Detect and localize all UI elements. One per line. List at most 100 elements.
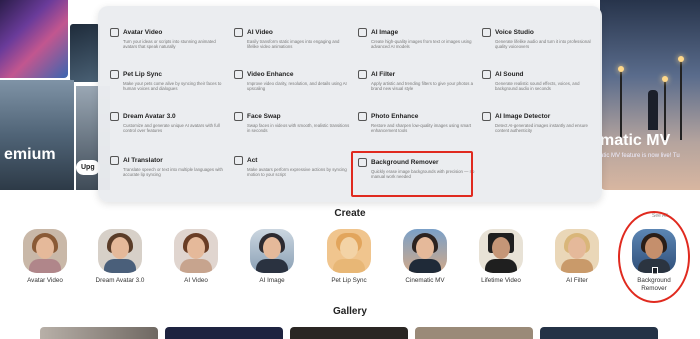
gallery-item[interactable] — [290, 327, 408, 339]
translator-icon — [110, 155, 119, 165]
menu-item-title: Act — [247, 156, 258, 164]
menu-item-title: Face Swap — [247, 112, 281, 120]
voice-icon — [482, 27, 491, 37]
gallery-heading: Gallery — [333, 306, 367, 317]
dream-icon — [110, 111, 119, 121]
hero-figure — [648, 90, 658, 130]
menu-item-title: AI Video — [247, 28, 273, 36]
tools-dropdown-menu: Avatar Video Turn your ideas or scripts … — [98, 6, 602, 202]
enhance-icon — [234, 69, 243, 79]
avatar-video-thumbnail — [23, 229, 67, 273]
menu-item-title: Dream Avatar 3.0 — [123, 112, 176, 120]
menu-item-title: Avatar Video — [123, 28, 163, 36]
menu-item-ai-image-detector[interactable]: AI Image Detector Detect AI-generated im… — [482, 110, 600, 134]
menu-item-dream-avatar[interactable]: Dream Avatar 3.0 Customize and generate … — [110, 110, 228, 134]
menu-item-title: Photo Enhance — [371, 112, 419, 120]
menu-item-title: AI Translator — [123, 156, 163, 164]
menu-item-desc: Generate lifelike audio and turn it into… — [495, 39, 591, 50]
menu-item-ai-image[interactable]: AI Image Create high-quality images from… — [358, 26, 476, 50]
tile-label: AI Image — [259, 277, 285, 284]
hero-image-abstract — [0, 0, 68, 78]
create-tile-cinematic-mv[interactable]: Cinematic MV — [396, 229, 454, 285]
tile-label: AI Filter — [566, 277, 588, 284]
menu-item-video-enhance[interactable]: Video Enhance Improve video clarity, res… — [234, 68, 352, 92]
menu-item-ai-filter[interactable]: AI Filter Apply artistic and trending fi… — [358, 68, 476, 92]
lamp-post — [662, 76, 668, 140]
menu-item-desc: Create high-quality images from text or … — [371, 39, 472, 50]
video-icon — [234, 27, 243, 37]
tile-label: Pet Lip Sync — [331, 277, 367, 284]
menu-item-desc: Swap faces in videos with smooth, realis… — [247, 123, 350, 134]
tile-label: Avatar Video — [27, 277, 63, 284]
menu-item-pet-lip-sync[interactable]: Pet Lip Sync Make your pets come alive b… — [110, 68, 228, 92]
tile-label: Dream Avatar 3.0 — [95, 277, 145, 284]
sound-icon — [482, 69, 491, 79]
menu-item-desc: Turn your ideas or scripts into stunning… — [123, 39, 216, 50]
create-tile-lifetime-video[interactable]: Lifetime Video — [472, 229, 530, 285]
filter-icon — [358, 69, 367, 79]
pet-icon — [110, 69, 119, 79]
menu-item-desc: Customize and generate unique AI avatars… — [123, 123, 220, 134]
ai-image-thumbnail — [250, 229, 294, 273]
menu-item-desc: Generate realistic sound effects, voices… — [495, 81, 580, 92]
hero-image-thumb — [70, 24, 100, 82]
menu-item-title: AI Image Detector — [495, 112, 551, 120]
ai-filter-thumbnail — [555, 229, 599, 273]
menu-item-desc: Make your pets come alive by syncing the… — [123, 81, 222, 92]
menu-item-desc: Restore and sharpen low-quality images u… — [371, 123, 472, 134]
lamp-post — [678, 56, 684, 140]
hero-banner-right[interactable]: matic MV atic MV feature is now live! Tu — [600, 0, 700, 190]
create-tile-ai-filter[interactable]: AI Filter — [548, 229, 606, 285]
highlight-circle — [618, 211, 690, 303]
menu-item-title: Pet Lip Sync — [123, 70, 163, 78]
menu-item-voice-studio[interactable]: Voice Studio Generate lifelike audio and… — [482, 26, 600, 50]
gallery-item[interactable] — [165, 327, 283, 339]
menu-item-title: Video Enhance — [247, 70, 294, 78]
cinematic-mv-thumbnail — [403, 229, 447, 273]
menu-item-desc: Easily transform static images into enga… — [247, 39, 340, 50]
menu-item-desc: Make avatars perform expressive actions … — [247, 167, 347, 178]
upgrade-button[interactable]: Upg — [76, 160, 100, 175]
lifetime-video-thumbnail — [479, 229, 523, 273]
menu-item-desc: Improve video clarity, resolution, and d… — [247, 81, 347, 92]
menu-item-title: AI Image — [371, 28, 399, 36]
menu-item-photo-enhance[interactable]: Photo Enhance Restore and sharpen low-qu… — [358, 110, 476, 134]
lamp-post — [618, 66, 624, 140]
avatar-icon — [110, 27, 119, 37]
menu-item-face-swap[interactable]: Face Swap Swap faces in videos with smoo… — [234, 110, 352, 134]
menu-item-desc: Translate speech or text into multiple l… — [123, 167, 223, 178]
create-tile-ai-video[interactable]: AI Video — [167, 229, 225, 285]
create-tile-avatar-video[interactable]: Avatar Video — [16, 229, 74, 285]
face-icon — [234, 111, 243, 121]
tile-label: AI Video — [184, 277, 208, 284]
photo-icon — [358, 111, 367, 121]
dream-avatar-thumbnail — [98, 229, 142, 273]
tile-label: Lifetime Video — [481, 277, 521, 284]
menu-item-title: AI Sound — [495, 70, 524, 78]
gallery-item[interactable] — [540, 327, 658, 339]
menu-item-ai-video[interactable]: AI Video Easily transform static images … — [234, 26, 352, 50]
create-heading: Create — [334, 208, 366, 219]
gallery-item[interactable] — [415, 327, 533, 339]
menu-item-ai-translator[interactable]: AI Translator Translate speech or text i… — [110, 154, 228, 178]
detector-icon — [482, 111, 491, 121]
hero-headline-right: matic MV — [600, 132, 671, 149]
menu-item-avatar-video[interactable]: Avatar Video Turn your ideas or scripts … — [110, 26, 228, 50]
menu-item-act[interactable]: Act Make avatars perform expressive acti… — [234, 154, 352, 178]
hero-headline-left: emium — [4, 146, 56, 163]
menu-item-ai-sound[interactable]: AI Sound Generate realistic sound effect… — [482, 68, 600, 92]
create-tile-dream-avatar[interactable]: Dream Avatar 3.0 — [91, 229, 149, 285]
ai-video-thumbnail — [174, 229, 218, 273]
create-tile-ai-image[interactable]: AI Image — [243, 229, 301, 285]
pet-lip-sync-thumbnail — [327, 229, 371, 273]
menu-item-desc: Apply artistic and trending filters to g… — [371, 81, 473, 92]
hero-subtext-right: atic MV feature is now live! Tu — [600, 153, 680, 159]
highlight-box — [351, 151, 473, 197]
menu-item-title: Voice Studio — [495, 28, 534, 36]
tile-label: Cinematic MV — [405, 277, 445, 284]
create-tile-pet-lip-sync[interactable]: Pet Lip Sync — [320, 229, 378, 285]
menu-item-title: AI Filter — [371, 70, 396, 78]
menu-item-desc: Detect AI-generated images instantly and… — [495, 123, 588, 134]
image-icon — [358, 27, 367, 37]
gallery-item[interactable] — [40, 327, 158, 339]
